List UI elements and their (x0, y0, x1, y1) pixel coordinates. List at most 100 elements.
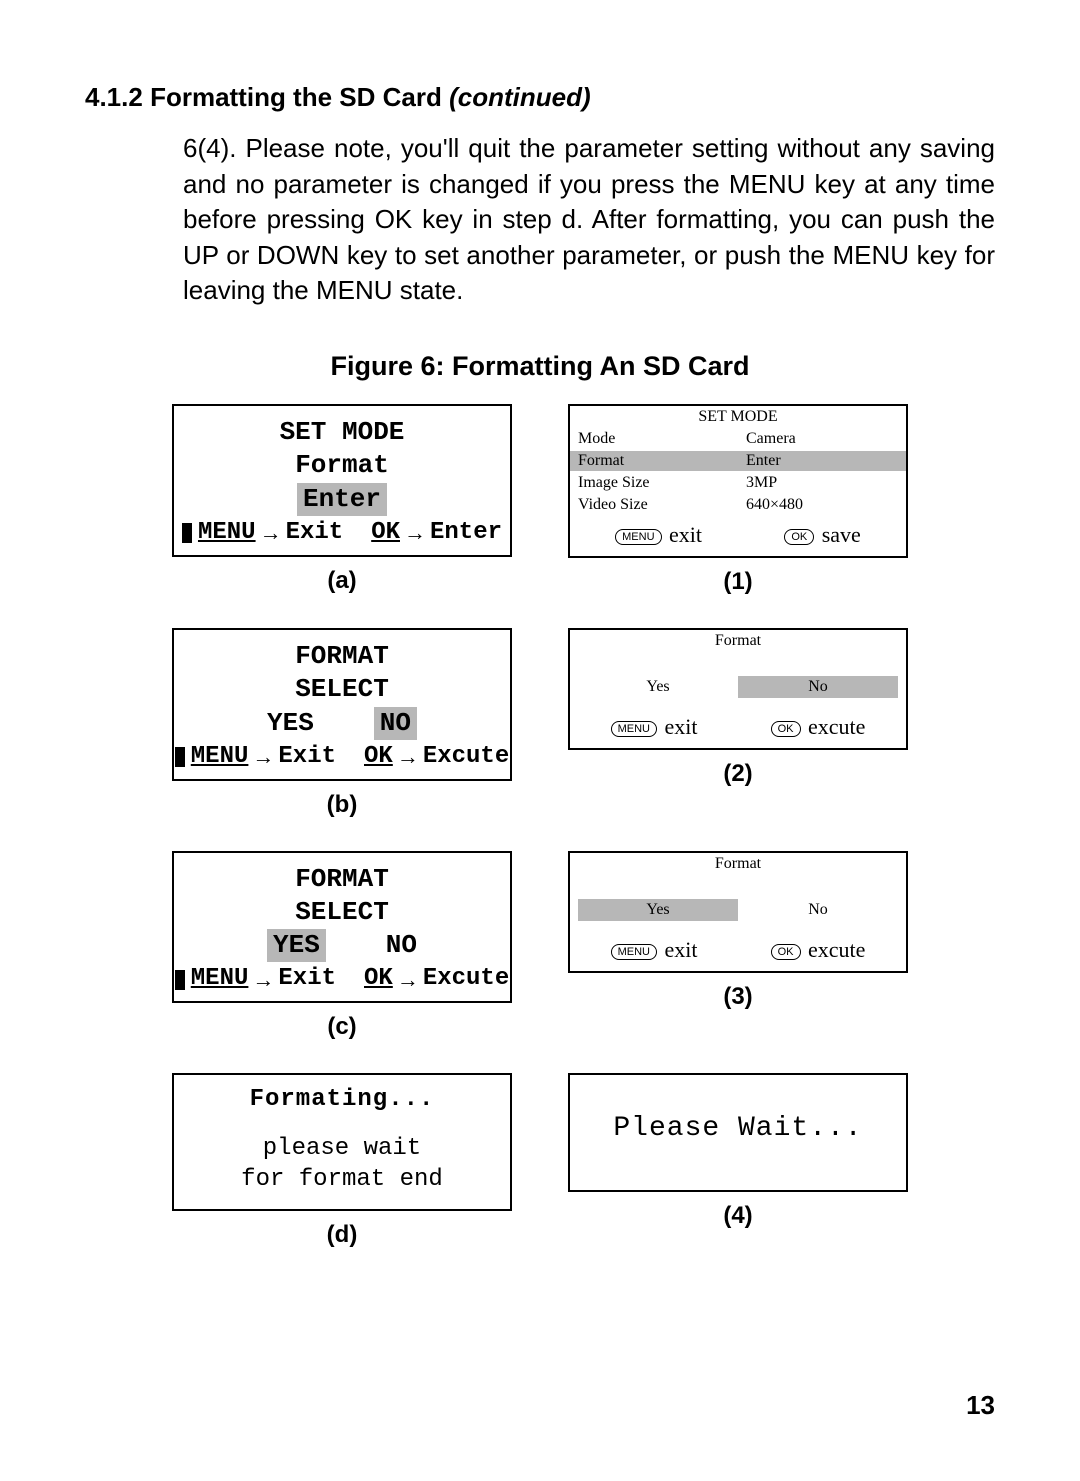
panel-3: Format Yes No MENU exit OK excute (568, 851, 908, 973)
lcd-line: Enter (180, 483, 504, 516)
arrow-right-icon: → (397, 743, 419, 771)
choice-no: No (738, 899, 898, 921)
lcd-line: Formating... (180, 1085, 504, 1116)
lcd-bottom-row: MENU → Exit OK → Excute (180, 742, 504, 773)
manual-page: 4.1.2 Formatting the SD Card (continued)… (0, 0, 1080, 1481)
ok-pill-icon: OK (771, 944, 801, 960)
nav-menu-exit: MENU → Exit (182, 518, 343, 549)
panel-a-cell: SET MODE Format Enter MENU → Exit OK → (167, 404, 517, 618)
nav-ok-excute: OK excute (771, 937, 866, 963)
gui-title: Format (570, 853, 906, 875)
gui-yesno: Yes No (578, 676, 898, 698)
gui-row-imagesize: Image Size 3MP (570, 472, 906, 494)
panel-caption: (3) (723, 983, 752, 1011)
excute-label: excute (808, 937, 865, 962)
panel-caption: (1) (723, 568, 752, 596)
nav-ok-excute: OK excute (771, 714, 866, 740)
choice-yes-selected: YES (267, 929, 326, 962)
section-continued: (continued) (449, 82, 591, 112)
gui-bottom-row: MENU exit OK excute (570, 708, 906, 742)
gui-rows: Mode Camera Format Enter Image Size 3MP … (570, 428, 906, 516)
menu-label: MENU (191, 742, 249, 773)
lcd-line: SELECT (180, 673, 504, 706)
nav-menu-exit: MENU → Exit (175, 742, 336, 773)
panel-caption: (2) (723, 760, 752, 788)
panel-2: Format Yes No MENU exit OK excute (568, 628, 908, 750)
row-label: Format (570, 451, 738, 471)
cursor-icon (182, 523, 192, 543)
arrow-right-icon: → (404, 519, 426, 547)
arrow-right-icon: → (252, 966, 274, 994)
panel-2-cell: Format Yes No MENU exit OK excute (2) (563, 628, 913, 841)
lcd-line: FORMAT (180, 863, 504, 896)
choice-no-selected: No (738, 676, 898, 698)
ok-pill-icon: OK (784, 529, 814, 545)
figure-grid: SET MODE Format Enter MENU → Exit OK → (85, 404, 995, 1271)
nav-ok-excute: OK → Excute (364, 742, 509, 773)
exit-label: Exit (286, 518, 344, 549)
excute-label: Excute (423, 742, 509, 773)
nav-ok-save: OK save (784, 522, 861, 548)
lcd-line: FORMAT (180, 640, 504, 673)
menu-pill-icon: MENU (611, 721, 657, 737)
page-number: 13 (966, 1390, 995, 1421)
panel-1: SET MODE Mode Camera Format Enter Image … (568, 404, 908, 558)
cursor-icon (175, 970, 185, 990)
row-value: Camera (738, 429, 906, 449)
panel-3-cell: Format Yes No MENU exit OK excute (3) (563, 851, 913, 1064)
exit-label: exit (664, 714, 697, 739)
excute-label: Excute (423, 964, 509, 995)
menu-pill-icon: MENU (611, 944, 657, 960)
section-number: 4.1.2 (85, 82, 143, 112)
exit-label: exit (669, 522, 702, 547)
choice-no-selected: NO (374, 707, 417, 740)
ok-pill-icon: OK (771, 721, 801, 737)
lcd-bottom-row: MENU → Exit OK → Enter (180, 518, 504, 549)
panel-b-cell: FORMAT SELECT YES NO MENU → Exit OK → (167, 628, 517, 841)
row-label: Mode (570, 429, 738, 449)
nav-ok-enter: OK → Enter (371, 518, 502, 549)
row-label: Video Size (570, 495, 738, 515)
row-label: Image Size (570, 473, 738, 493)
exit-label: Exit (278, 742, 336, 773)
choice-no: NO (386, 929, 417, 962)
row-value: 3MP (738, 473, 906, 493)
nav-menu-exit: MENU exit (611, 937, 698, 963)
gui-title: Format (570, 630, 906, 652)
panel-caption: (4) (723, 1202, 752, 1230)
lcd-choices: YES NO (180, 929, 504, 962)
arrow-right-icon: → (260, 519, 282, 547)
figure-caption: Figure 6: Formatting An SD Card (85, 351, 995, 382)
row-value: 640×480 (738, 495, 906, 515)
arrow-right-icon: → (252, 743, 274, 771)
panel-caption: (c) (327, 1013, 356, 1041)
panel-c-cell: FORMAT SELECT YES NO MENU → Exit OK → (167, 851, 517, 1064)
section-title-text: Formatting the SD Card (150, 82, 442, 112)
exit-label: exit (664, 937, 697, 962)
ok-label: OK (371, 518, 400, 549)
gui-bottom-row: MENU exit OK save (570, 516, 906, 550)
gui-row-mode: Mode Camera (570, 428, 906, 450)
panel-c: FORMAT SELECT YES NO MENU → Exit OK → (172, 851, 512, 1004)
choice-yes-selected: Yes (578, 899, 738, 921)
arrow-right-icon: → (397, 966, 419, 994)
lcd-msg: please wait for format end (180, 1134, 504, 1195)
row-value: Enter (738, 451, 906, 471)
panel-a: SET MODE Format Enter MENU → Exit OK → (172, 404, 512, 557)
panel-4: Please Wait... (568, 1073, 908, 1192)
gui-row-videosize: Video Size 640×480 (570, 494, 906, 516)
nav-menu-exit: MENU exit (615, 522, 702, 548)
excute-label: excute (808, 714, 865, 739)
menu-pill-icon: MENU (615, 529, 661, 545)
menu-label: MENU (191, 964, 249, 995)
nav-ok-excute: OK → Excute (364, 964, 509, 995)
gui-title: SET MODE (570, 406, 906, 428)
lcd-line: for format end (180, 1165, 504, 1196)
panel-d-cell: Formating... please wait for format end … (167, 1073, 517, 1271)
panel-4-cell: Please Wait... (4) (563, 1073, 913, 1271)
cursor-icon (175, 747, 185, 767)
lcd-choices: YES NO (180, 707, 504, 740)
body-paragraph: 6(4). Please note, you'll quit the param… (183, 131, 995, 309)
gui-yesno: Yes No (578, 899, 898, 921)
save-label: save (822, 522, 861, 547)
